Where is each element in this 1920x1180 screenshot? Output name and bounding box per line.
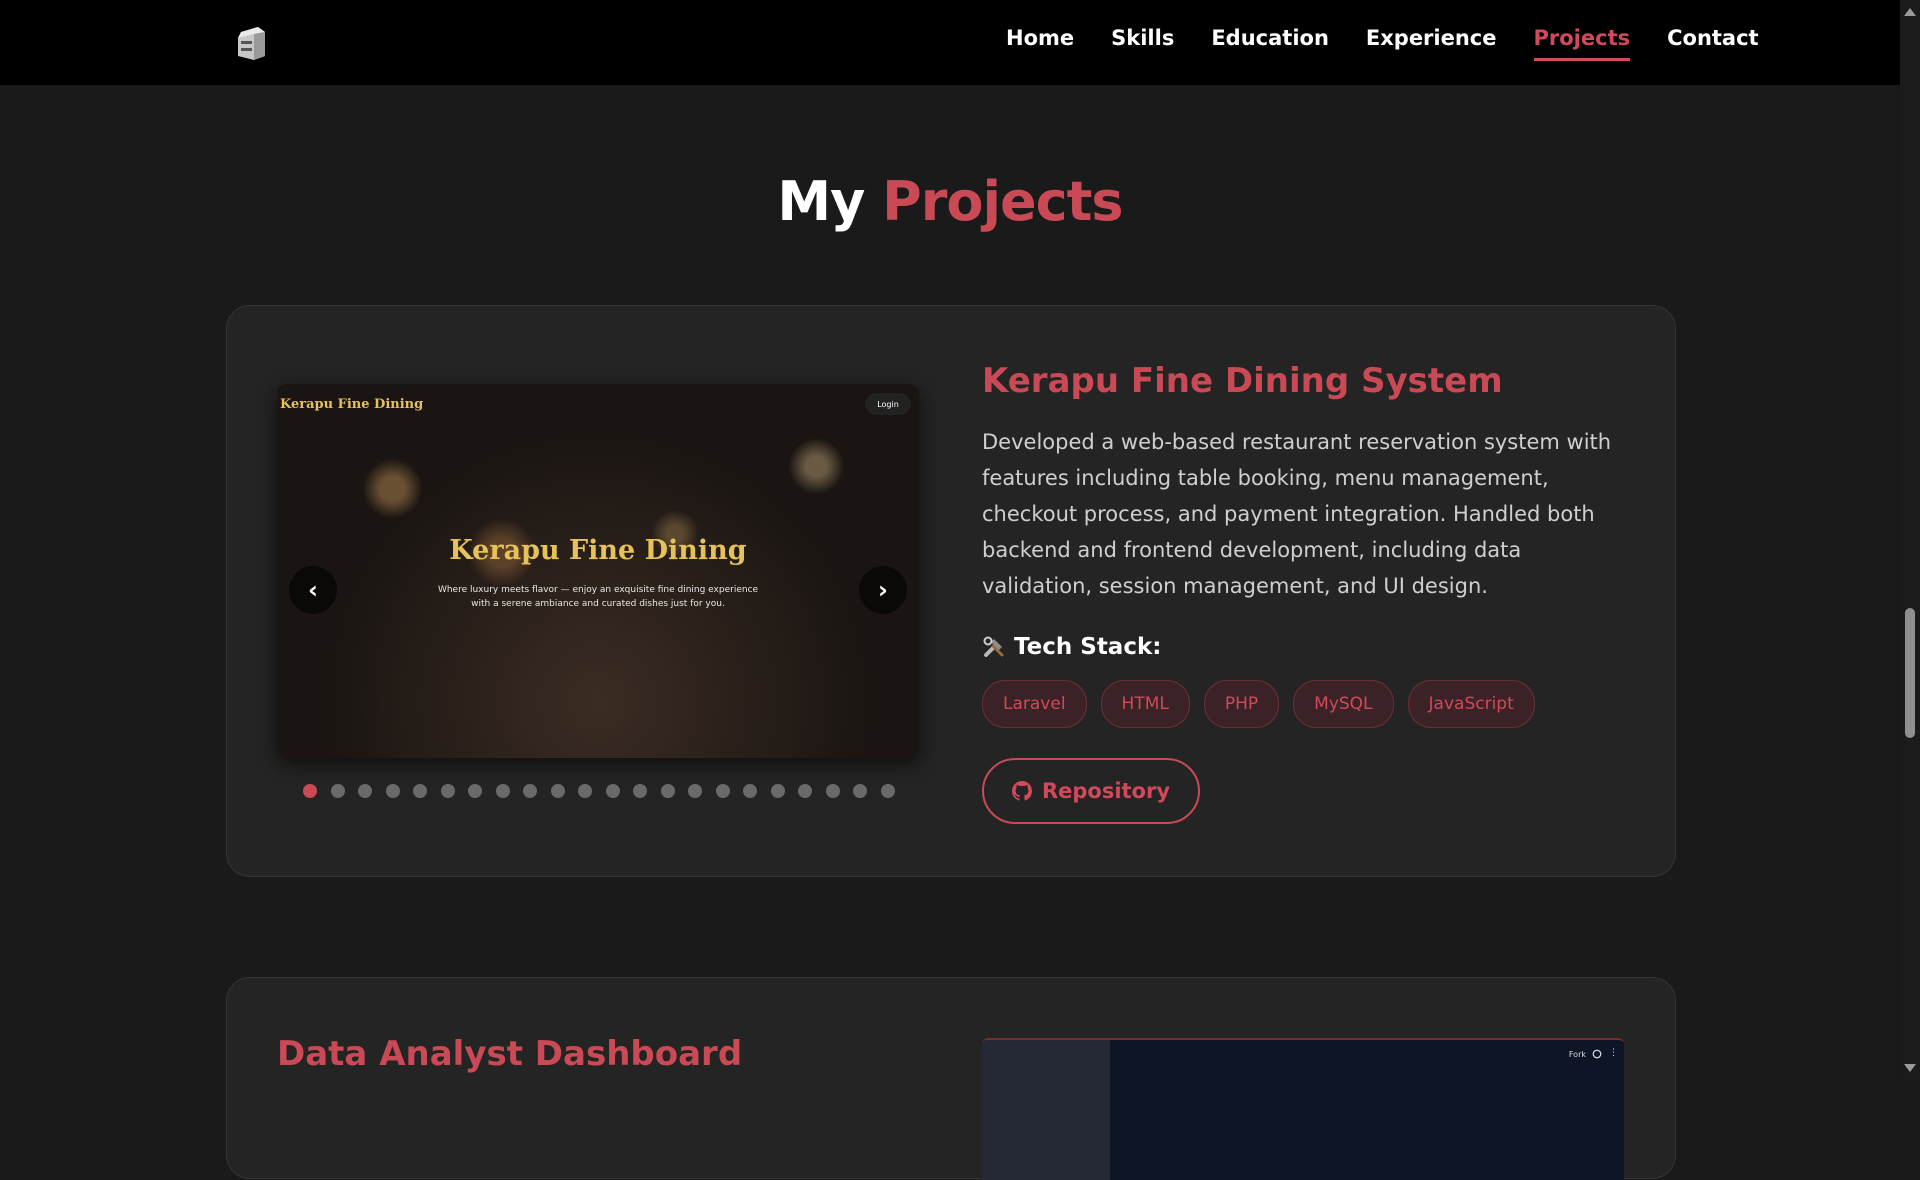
project-card-kerapu: Kerapu Fine Dining Login Kerapu Fine Din… <box>226 305 1676 877</box>
carousel-dot[interactable] <box>853 784 867 798</box>
tag-html[interactable]: HTML <box>1100 680 1190 728</box>
project-title-dashboard: Data Analyst Dashboard <box>277 1034 743 1074</box>
chevron-right-icon: › <box>878 576 888 604</box>
page-title-prefix: My <box>777 170 865 233</box>
scroll-up-icon[interactable] <box>1904 8 1916 16</box>
github-icon <box>1011 781 1032 801</box>
carousel-dot[interactable] <box>303 784 317 798</box>
logo-icon[interactable] <box>232 24 270 62</box>
slide-brand: Kerapu Fine Dining <box>280 397 424 412</box>
navbar: Home Skills Education Experience Project… <box>0 0 1900 85</box>
repository-label: Repository <box>1041 779 1171 803</box>
slide-subtitle: Where luxury meets flavor — enjoy an exq… <box>437 585 759 609</box>
nav-projects[interactable]: Projects <box>1533 26 1631 61</box>
carousel-dot[interactable] <box>660 784 675 798</box>
scroll-down-icon[interactable] <box>1904 1064 1916 1072</box>
tag-javascript[interactable]: JavaScript <box>1407 680 1535 728</box>
carousel-dot[interactable] <box>468 784 482 798</box>
tag-php[interactable]: PHP <box>1203 680 1280 728</box>
carousel-next-button[interactable]: › <box>859 566 907 614</box>
tag-mysql[interactable]: MySQL <box>1293 680 1394 728</box>
preview-fork-label: Fork <box>1568 1050 1586 1059</box>
carousel-dot[interactable] <box>495 784 510 798</box>
dashboard-preview[interactable]: Fork ⋮ <box>982 1038 1624 1180</box>
carousel-dot[interactable] <box>413 784 427 798</box>
nav-education[interactable]: Education <box>1211 26 1329 61</box>
carousel-dot[interactable] <box>385 784 400 798</box>
slide-heading: Kerapu Fine Dining <box>449 535 747 566</box>
chevron-left-icon: ‹ <box>308 576 318 604</box>
scrollbar-thumb[interactable] <box>1905 608 1915 738</box>
nav-links: Home Skills Education Experience Project… <box>1006 26 1759 61</box>
tools-icon <box>983 636 1004 657</box>
nav-experience[interactable]: Experience <box>1366 26 1497 61</box>
more-icon: ⋮ <box>1609 1048 1618 1058</box>
carousel-dot[interactable] <box>440 784 455 798</box>
tech-tags: Laravel HTML PHP MySQL JavaScript <box>982 680 1535 728</box>
github-icon <box>1592 1049 1602 1059</box>
tag-laravel[interactable]: Laravel <box>982 680 1087 728</box>
carousel-dot[interactable] <box>550 784 565 798</box>
tech-stack-heading: Tech Stack: <box>982 634 1161 660</box>
carousel-dot[interactable] <box>743 784 757 798</box>
page-title: My Projects <box>0 170 1900 233</box>
carousel-dot[interactable] <box>633 784 647 798</box>
carousel-dot[interactable] <box>715 784 730 798</box>
project-title: Kerapu Fine Dining System <box>982 361 1503 401</box>
repository-button[interactable]: Repository <box>982 758 1200 824</box>
carousel-dot[interactable] <box>770 784 785 798</box>
carousel-dot[interactable] <box>523 784 537 798</box>
carousel-dot[interactable] <box>578 784 592 798</box>
tech-stack-label: Tech Stack: <box>1014 634 1162 660</box>
carousel-dot[interactable] <box>880 784 895 798</box>
carousel-dots <box>303 784 895 798</box>
page-title-accent: Projects <box>882 170 1123 233</box>
carousel-prev-button[interactable]: ‹ <box>289 566 337 614</box>
slide-login-button: Login <box>865 393 911 415</box>
carousel-dot[interactable] <box>358 784 372 798</box>
preview-sidebar <box>982 1040 1110 1180</box>
carousel-dot[interactable] <box>798 784 812 798</box>
scrollbar[interactable] <box>1900 0 1920 1080</box>
nav-contact[interactable]: Contact <box>1667 26 1759 61</box>
carousel-dot[interactable] <box>330 784 345 798</box>
nav-home[interactable]: Home <box>1006 26 1074 61</box>
carousel-dot[interactable] <box>825 784 840 798</box>
carousel-dot[interactable] <box>688 784 702 798</box>
project-card-dashboard: Data Analyst Dashboard Fork ⋮ <box>226 977 1676 1180</box>
project-description: Developed a web-based restaurant reserva… <box>982 430 1612 598</box>
nav-skills[interactable]: Skills <box>1111 26 1174 61</box>
image-carousel[interactable]: Kerapu Fine Dining Login Kerapu Fine Din… <box>277 384 919 758</box>
carousel-dot[interactable] <box>605 784 620 798</box>
